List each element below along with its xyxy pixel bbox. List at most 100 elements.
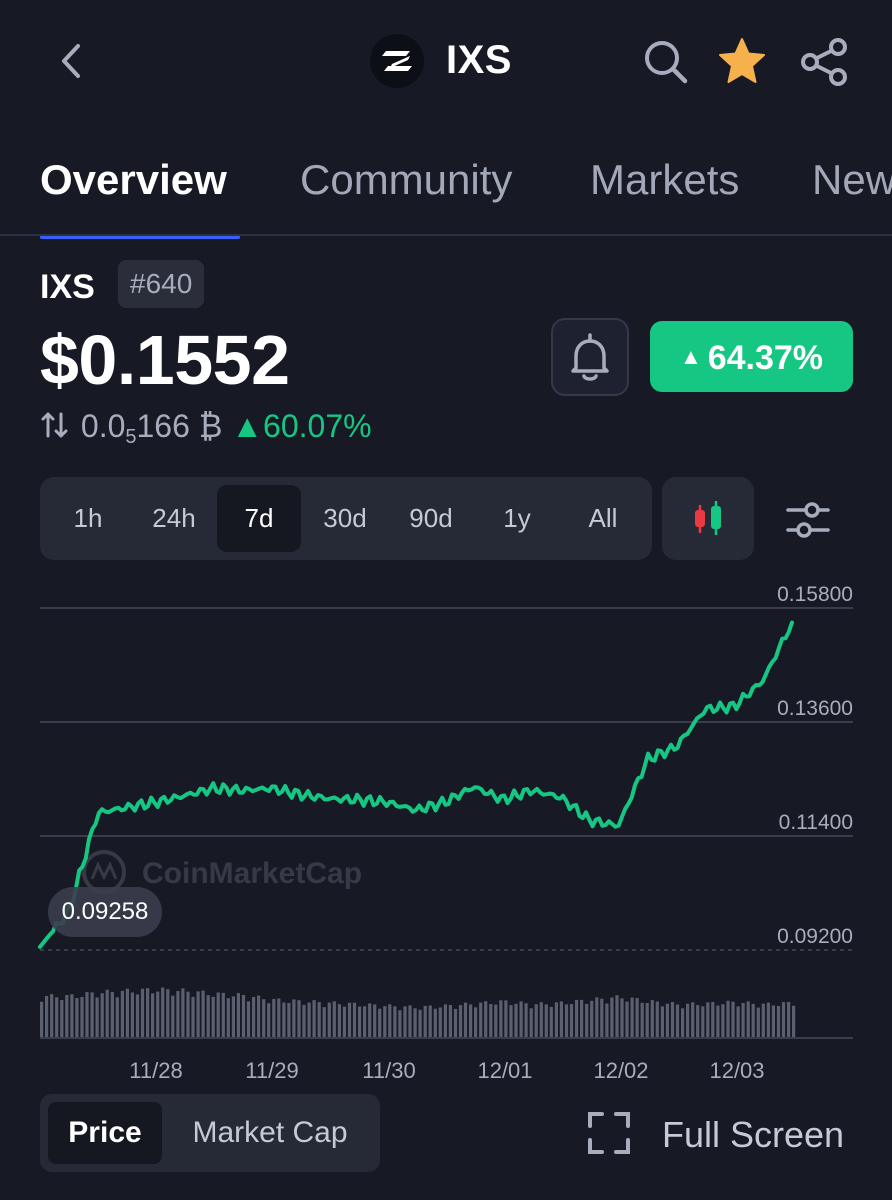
volume-bar: [423, 1005, 427, 1037]
coinmarketcap-watermark: CoinMarketCap: [82, 850, 362, 894]
volume-bar: [665, 1003, 669, 1037]
volume-bar: [65, 995, 69, 1037]
range-1y[interactable]: 1y: [475, 485, 559, 552]
volume-bar: [620, 998, 624, 1037]
volume-bar: [564, 1004, 569, 1037]
volume-bar: [721, 1004, 725, 1037]
range-30d[interactable]: 30d: [303, 485, 387, 552]
volume-bar: [645, 1003, 649, 1037]
volume-bar: [393, 1006, 397, 1037]
volume-bar: [595, 997, 599, 1037]
tab-community[interactable]: Community: [300, 156, 512, 204]
volume-bar: [105, 989, 109, 1037]
volume-bar: [433, 1008, 437, 1037]
price-toggle-button[interactable]: Price: [48, 1102, 162, 1164]
price-alert-button[interactable]: [551, 318, 629, 396]
volume-bar: [650, 1000, 654, 1037]
market-cap-toggle-button[interactable]: Market Cap: [170, 1102, 370, 1164]
volume-bar: [378, 1008, 382, 1037]
x-tick-label: 11/30: [362, 1058, 415, 1083]
volume-bar: [191, 996, 195, 1037]
x-tick-label: 12/03: [709, 1058, 764, 1083]
volume-bar: [499, 1000, 503, 1037]
volume-bar: [403, 1006, 407, 1037]
back-icon[interactable]: [52, 38, 92, 84]
swap-arrows-icon[interactable]: [40, 410, 72, 448]
tab-overview[interactable]: Overview: [40, 156, 227, 204]
fullscreen-button[interactable]: Full Screen: [662, 1114, 844, 1156]
volume-bar: [706, 1002, 710, 1037]
tab-news[interactable]: New: [812, 156, 892, 204]
volume-bar: [494, 1004, 498, 1037]
star-icon[interactable]: [716, 36, 768, 88]
volume-bar: [559, 1001, 563, 1037]
volume-bar: [125, 988, 129, 1037]
share-icon[interactable]: [798, 36, 850, 88]
volume-bar: [337, 1004, 341, 1037]
btc-symbol: ₿: [198, 408, 223, 444]
y-tick-label: 0.11400: [779, 811, 853, 834]
volume-bar: [711, 1002, 715, 1037]
volume-bar: [524, 1003, 528, 1037]
volume-bar: [792, 1005, 796, 1037]
volume-bar: [363, 1006, 367, 1037]
range-7d[interactable]: 7d: [217, 485, 301, 552]
volume-bar: [115, 997, 119, 1037]
volume-bar: [736, 1006, 740, 1037]
btc-price-suffix: 166: [136, 408, 190, 444]
volume-bar: [282, 1002, 286, 1037]
candlestick-toggle-button[interactable]: [662, 477, 754, 560]
volume-bar: [186, 991, 190, 1037]
volume-bar: [776, 1006, 781, 1037]
range-all[interactable]: All: [561, 485, 645, 552]
volume-bar: [398, 1010, 402, 1037]
x-tick-label: 12/02: [593, 1058, 648, 1083]
volume-bar: [231, 996, 235, 1037]
volume-bar: [701, 1006, 705, 1037]
volume-bar: [317, 1002, 321, 1037]
volume-bar: [90, 992, 94, 1037]
volume-bar: [80, 997, 84, 1037]
volume-bar: [327, 1002, 331, 1037]
y-tick-label: 0.09200: [777, 925, 853, 948]
volume-bar: [211, 996, 215, 1037]
volume-bar: [342, 1006, 346, 1037]
volume-bar: [610, 997, 614, 1037]
volume-bar: [221, 992, 225, 1037]
volume-bar: [216, 992, 220, 1037]
volume-bar: [262, 999, 266, 1037]
volume-bar: [670, 1002, 675, 1037]
volume-bar: [590, 1000, 594, 1037]
chart-settings-icon[interactable]: [782, 494, 834, 546]
price-chart[interactable]: CoinMarketCap 0.15800 0.13600 0.11400 0.092…: [0, 575, 892, 1085]
volume-bar: [257, 995, 261, 1037]
volume-bar: [448, 1005, 452, 1037]
volume-bar: [161, 987, 165, 1037]
range-1h[interactable]: 1h: [46, 485, 130, 552]
volume-bar: [40, 1001, 44, 1037]
volume-bar: [226, 998, 230, 1037]
volume-bar: [580, 999, 584, 1037]
volume-bar: [45, 996, 49, 1037]
volume-bar: [352, 1002, 357, 1037]
x-tick-label: 12/01: [477, 1058, 532, 1083]
tab-markets[interactable]: Markets: [590, 156, 739, 204]
range-24h[interactable]: 24h: [132, 485, 216, 552]
volume-bar: [539, 1002, 543, 1037]
volume-bar: [383, 1006, 387, 1037]
volume-bar: [413, 1008, 417, 1037]
range-90d[interactable]: 90d: [389, 485, 473, 552]
volume-bar: [252, 997, 256, 1037]
volume-bar: [519, 1001, 523, 1037]
volume-bar: [575, 999, 579, 1037]
volume-bar: [60, 1000, 64, 1037]
volume-bar: [206, 995, 210, 1037]
volume-bar: [140, 988, 145, 1037]
volume-bar: [469, 1004, 473, 1037]
volume-bar: [453, 1008, 458, 1037]
fullscreen-icon[interactable]: [586, 1110, 632, 1158]
volume-bar: [388, 1004, 392, 1037]
search-icon[interactable]: [640, 36, 692, 88]
volume-bar: [625, 1001, 629, 1037]
volume-bar: [272, 999, 276, 1037]
